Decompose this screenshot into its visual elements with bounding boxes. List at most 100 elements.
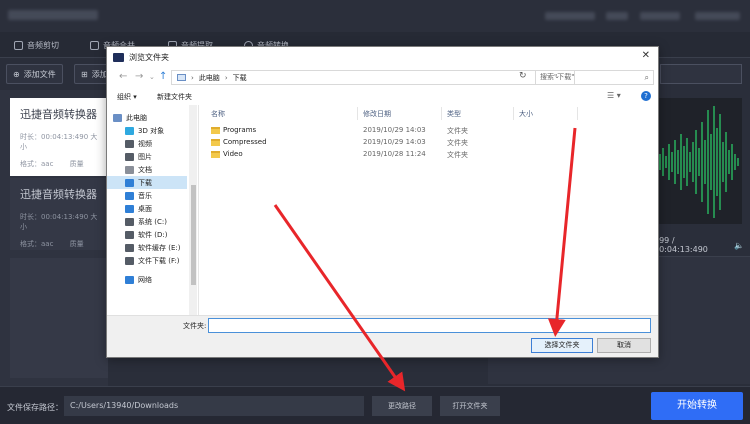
chevron-right-icon: ›: [191, 73, 194, 82]
command-bar: 组织 ▾ 新建文件夹 ☰ ▾ ?: [107, 89, 658, 105]
organize-menu[interactable]: 组织 ▾: [117, 92, 137, 102]
sidebar-item[interactable]: 文件下载 (F:): [107, 254, 187, 267]
column-header-type[interactable]: 类型: [447, 109, 461, 119]
list-empty-area: [10, 258, 108, 378]
sidebar-item-label: 文档: [138, 165, 152, 174]
nav-scrollbar-thumb[interactable]: [191, 185, 196, 285]
sidebar-item-label: 音乐: [138, 191, 152, 200]
add-file-button[interactable]: ⊕ 添加文件: [6, 64, 63, 84]
sidebar-item[interactable]: 软件 (D:): [107, 228, 187, 241]
column-divider: [357, 107, 358, 120]
video-icon: [125, 139, 134, 148]
chevron-right-icon: ›: [224, 73, 228, 82]
item-title: 迅捷音频转换器: [20, 188, 97, 201]
table-row[interactable]: Compressed 2019/10/29 14:03 文件夹: [201, 137, 658, 149]
dialog-title: 浏览文件夹: [129, 52, 169, 62]
cancel-button[interactable]: 取消: [597, 338, 651, 353]
window-control-blurred: [640, 12, 680, 20]
sidebar-item[interactable]: 文档: [107, 163, 187, 176]
list-item[interactable]: 迅捷音频转换器 时长：00:04:13:490 大小 格式：aac 质量: [10, 178, 108, 250]
new-folder-button[interactable]: 新建文件夹: [157, 92, 192, 102]
breadcrumb-this-pc[interactable]: 此电脑: [199, 73, 220, 83]
sidebar-item-label: 视频: [138, 139, 152, 148]
sidebar-item[interactable]: 网络: [107, 273, 187, 286]
cube-icon: [125, 126, 134, 135]
pc-icon: [113, 113, 122, 122]
breadcrumb-downloads[interactable]: 下载: [233, 73, 247, 83]
file-list-pane: 名称 修改日期 类型 大小 Programs 2019/10/29 14:03 …: [201, 105, 658, 315]
up-arrow-icon[interactable]: ↑: [159, 71, 167, 82]
sidebar-item[interactable]: 软件缓存 (E:): [107, 241, 187, 254]
dialog-footer: 文件夹: 选择文件夹 取消: [107, 315, 658, 357]
table-row[interactable]: Programs 2019/10/29 14:03 文件夹: [201, 125, 658, 137]
folder-input[interactable]: [208, 318, 651, 333]
column-header-date[interactable]: 修改日期: [363, 109, 391, 119]
item-format: 格式：aac: [20, 240, 54, 248]
column-header-size[interactable]: 大小: [519, 109, 533, 119]
save-path-field[interactable]: C:/Users/13940/Downloads: [64, 396, 364, 416]
sidebar-item[interactable]: 音乐: [107, 189, 187, 202]
sidebar-item-label: 此电脑: [126, 113, 147, 122]
waveform-graphic: [659, 106, 739, 218]
help-icon[interactable]: ?: [641, 91, 651, 101]
scissors-icon: [14, 40, 23, 50]
forward-arrow-icon[interactable]: →: [135, 71, 143, 82]
change-path-button[interactable]: 更改路径: [372, 396, 432, 416]
sidebar-item[interactable]: 此电脑: [107, 111, 187, 124]
sidebar-item-label: 文件下载 (F:): [138, 256, 180, 265]
sidebar-item[interactable]: 下载: [107, 176, 187, 189]
app-logo-icon: [113, 52, 124, 62]
download-icon: [125, 178, 134, 187]
volume-icon[interactable]: 🔈: [734, 241, 744, 250]
browse-folder-dialog: 浏览文件夹 ✕ ← → ⌄ ↑ › 此电脑 › 下载 ⌄ ↻ 搜索"下载" ⌕ …: [106, 46, 659, 358]
plus-icon: ⊞: [81, 69, 88, 79]
app-title-blurred: [8, 10, 98, 20]
back-arrow-icon[interactable]: ←: [119, 71, 127, 82]
sidebar-item[interactable]: 图片: [107, 150, 187, 163]
sidebar-item[interactable]: 桌面: [107, 202, 187, 215]
file-list: 迅捷音频转换器 时长：00:04:13:490 大小 格式：aac 质量 迅捷音…: [0, 90, 108, 386]
search-icon: ⌕: [644, 73, 649, 82]
save-path-label: 文件保存路径：: [7, 403, 63, 412]
sidebar-item[interactable]: 3D 对象: [107, 124, 187, 137]
folder-icon: [211, 127, 220, 134]
open-folder-button[interactable]: 打开文件夹: [440, 396, 500, 416]
refresh-icon[interactable]: ↻: [519, 71, 527, 81]
sidebar-item-label: 软件 (D:): [138, 230, 168, 239]
column-divider: [577, 107, 578, 120]
merge-icon: [90, 40, 99, 50]
account-info-blurred: [545, 12, 595, 20]
address-bar[interactable]: › 此电脑 › 下载 ⌄: [171, 70, 575, 85]
close-icon[interactable]: ✕: [642, 50, 650, 61]
item-duration: 时长：00:04:13:490: [20, 133, 89, 141]
view-options-icon[interactable]: ☰ ▾: [607, 91, 621, 100]
document-icon: [125, 165, 134, 174]
item-title: 迅捷音频转换器: [20, 108, 97, 121]
search-input[interactable]: 搜索"下载" ⌕: [535, 70, 654, 85]
sidebar-item[interactable]: 系统 (C:): [107, 215, 187, 228]
drive-icon: [125, 243, 134, 252]
list-item[interactable]: 迅捷音频转换器 时长：00:04:13:490 大小 格式：aac 质量: [10, 98, 108, 176]
output-format-select[interactable]: [660, 64, 742, 84]
sidebar-item[interactable]: 视频: [107, 137, 187, 150]
app-titlebar: [0, 0, 750, 32]
recent-dropdown-icon[interactable]: ⌄: [149, 73, 155, 81]
dialog-navigation-bar: ← → ⌄ ↑ › 此电脑 › 下载 ⌄ ↻ 搜索"下载" ⌕: [107, 67, 658, 89]
item-duration: 时长：00:04:13:490: [20, 213, 89, 221]
pc-icon: [177, 74, 186, 81]
sidebar-item-label: 图片: [138, 152, 152, 161]
drive-icon: [125, 256, 134, 265]
dialog-titlebar[interactable]: 浏览文件夹 ✕: [107, 47, 658, 67]
music-icon: [125, 191, 134, 200]
sidebar-item-label: 软件缓存 (E:): [138, 243, 181, 252]
column-divider: [441, 107, 442, 120]
folder-field-label: 文件夹:: [183, 322, 207, 330]
column-header-name[interactable]: 名称: [211, 109, 225, 119]
sidebar-item-label: 网络: [138, 275, 152, 284]
table-row[interactable]: Video 2019/10/28 11:24 文件夹: [201, 149, 658, 161]
select-folder-button[interactable]: 选择文件夹: [531, 338, 593, 353]
sidebar-item-label: 3D 对象: [138, 126, 165, 135]
start-convert-button[interactable]: 开始转换: [651, 392, 743, 420]
tab-audio-cut[interactable]: 音频剪切: [14, 38, 59, 52]
sidebar-item-label: 系统 (C:): [138, 217, 167, 226]
